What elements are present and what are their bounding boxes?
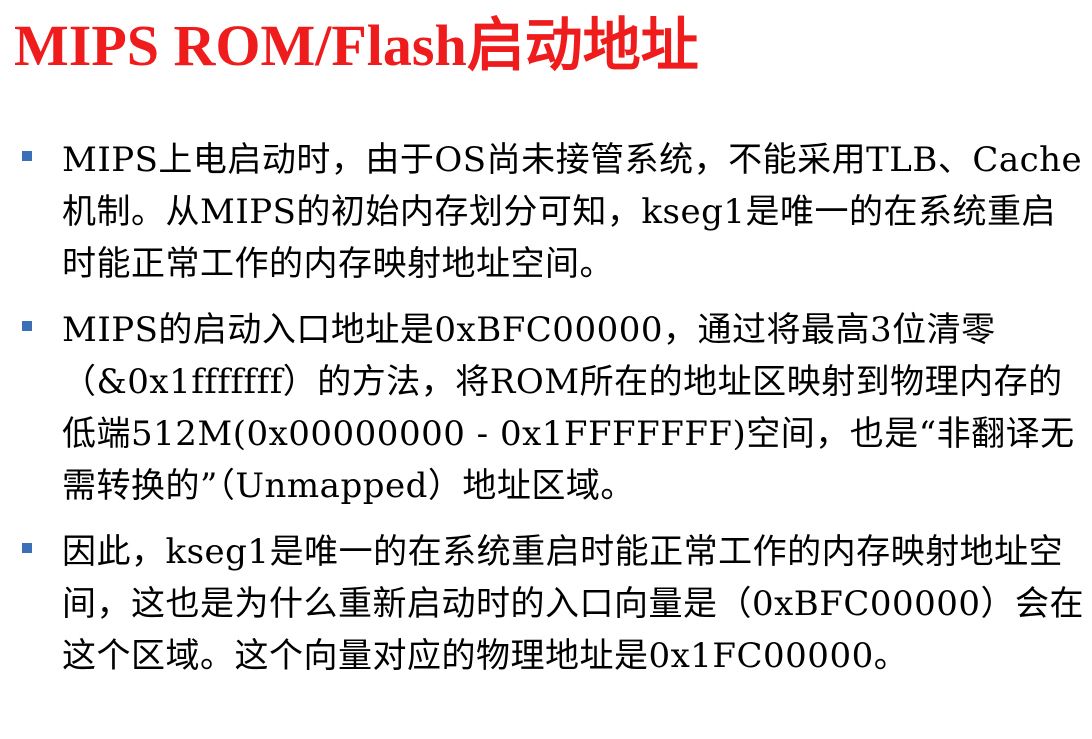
bullet-item: MIPS上电启动时，由于OS尚未接管系统，不能采用TLB、Cache机制。从MI… — [0, 134, 1092, 290]
bullet-text: 因此，kseg1是唯一的在系统重启时能正常工作的内存映射地址空间，这也是为什么重… — [62, 532, 1085, 676]
slide-title: MIPS ROM/Flash启动地址 — [14, 13, 699, 78]
bullet-text: MIPS的启动入口地址是0xBFC00000，通过将最高3位清零（&0x1fff… — [62, 310, 1075, 506]
square-bullet-icon — [22, 543, 32, 553]
square-bullet-icon — [22, 151, 32, 161]
slide: MIPS ROM/Flash启动地址 MIPS上电启动时，由于OS尚未接管系统，… — [0, 0, 1092, 739]
bullet-list: MIPS上电启动时，由于OS尚未接管系统，不能采用TLB、Cache机制。从MI… — [0, 134, 1092, 696]
bullet-text: MIPS上电启动时，由于OS尚未接管系统，不能采用TLB、Cache机制。从MI… — [62, 140, 1083, 284]
square-bullet-icon — [22, 321, 32, 331]
bullet-item: MIPS的启动入口地址是0xBFC00000，通过将最高3位清零（&0x1fff… — [0, 304, 1092, 512]
bullet-item: 因此，kseg1是唯一的在系统重启时能正常工作的内存映射地址空间，这也是为什么重… — [0, 526, 1092, 682]
